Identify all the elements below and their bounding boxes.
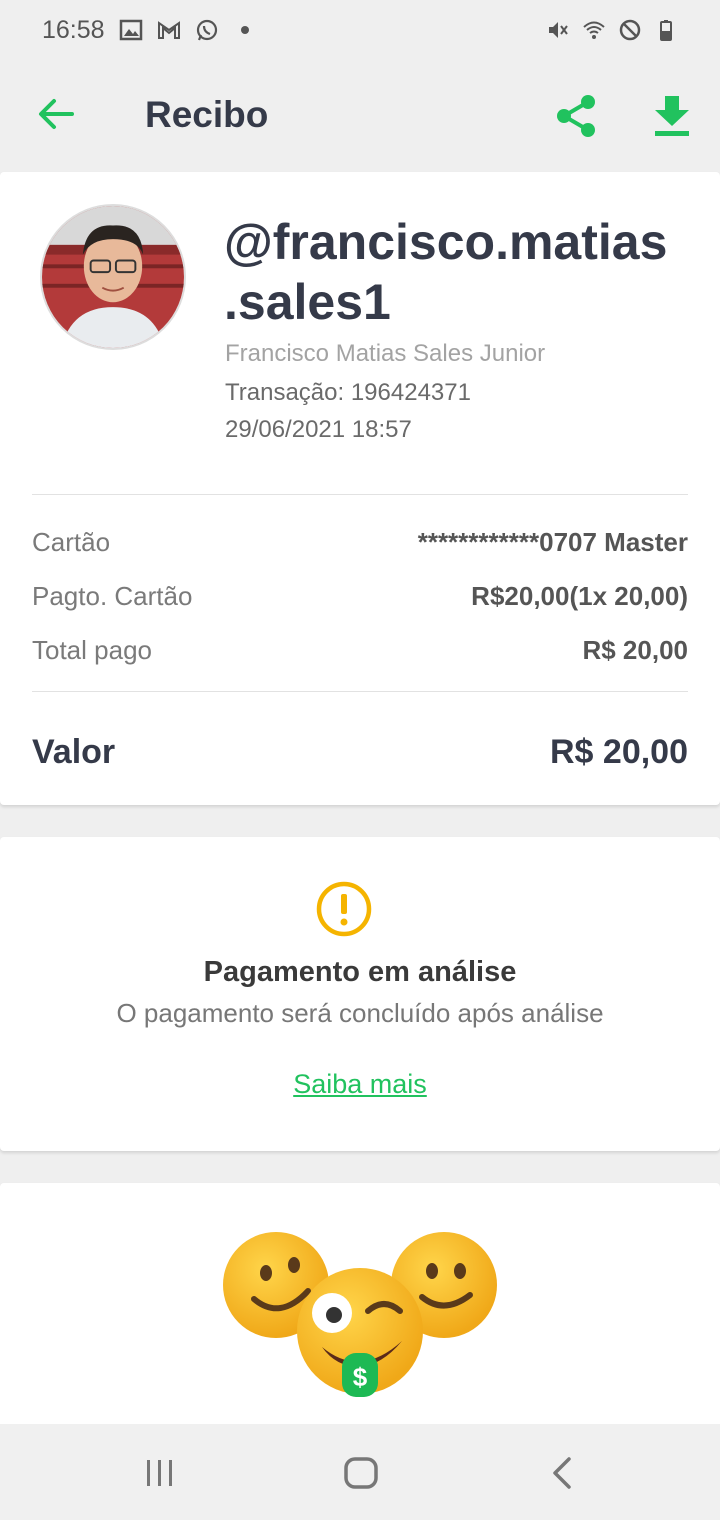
status-time: 16:58 [42,15,105,44]
app-bar: Recibo [0,60,720,172]
back-arrow-icon[interactable] [34,92,78,136]
row-value: R$20,00(1x 20,00) [471,580,688,611]
mute-icon [546,18,570,42]
analysis-card: Pagamento em análise O pagamento será co… [0,837,720,1151]
learn-more-text[interactable]: Saiba mais [293,1069,427,1099]
username-line-1: @francisco.matias [224,214,668,270]
promo-card: $ [0,1183,720,1443]
recent-apps-icon[interactable] [144,1458,176,1488]
whatsapp-icon [195,18,219,42]
divider [32,691,688,692]
back-icon[interactable] [549,1456,575,1490]
download-icon[interactable] [651,94,693,138]
row-label: Total pago [32,634,152,665]
row-card: Cartão ************0707 Master [32,522,688,562]
avatar [40,204,186,350]
share-icon[interactable] [554,92,598,140]
full-name: Francisco Matias Sales Junior [225,340,546,367]
battery-icon [654,18,678,42]
home-icon[interactable] [343,1456,379,1490]
status-bar: 16:58 [0,0,720,60]
username-line-2: .sales1 [224,274,391,330]
transaction-datetime: 29/06/2021 18:57 [225,416,412,443]
row-label: Cartão [32,526,111,557]
total-value: R$ 20,00 [550,732,688,771]
analysis-title: Pagamento em análise [203,956,517,988]
row-value: ************0707 Master [417,526,688,557]
total-label: Valor [32,732,116,771]
emoji-illustration: $ [222,1229,498,1399]
svg-text:$: $ [353,1362,368,1392]
gmail-icon [157,18,181,42]
username: @francisco.matias .sales1 [224,212,694,332]
warning-icon [316,881,372,937]
row-valor: Valor R$ 20,00 [32,728,688,776]
learn-more-link[interactable]: Saiba mais [0,1069,720,1100]
transaction-id: Transação: 196424371 [225,379,471,406]
page-title: Recibo [145,94,269,135]
wifi-icon [582,18,606,42]
divider [32,494,688,495]
receipt-card: @francisco.matias .sales1 Francisco Mati… [0,172,720,805]
row-value: R$ 20,00 [582,634,688,665]
system-nav-bar [0,1424,720,1520]
row-total-paid: Total pago R$ 20,00 [32,630,688,670]
row-label: Pagto. Cartão [32,580,193,611]
dnd-icon [618,18,642,42]
analysis-subtitle: O pagamento será concluído após análise [116,998,604,1028]
dot-icon [233,18,257,42]
image-icon [119,18,143,42]
row-card-payment: Pagto. Cartão R$20,00(1x 20,00) [32,576,688,616]
